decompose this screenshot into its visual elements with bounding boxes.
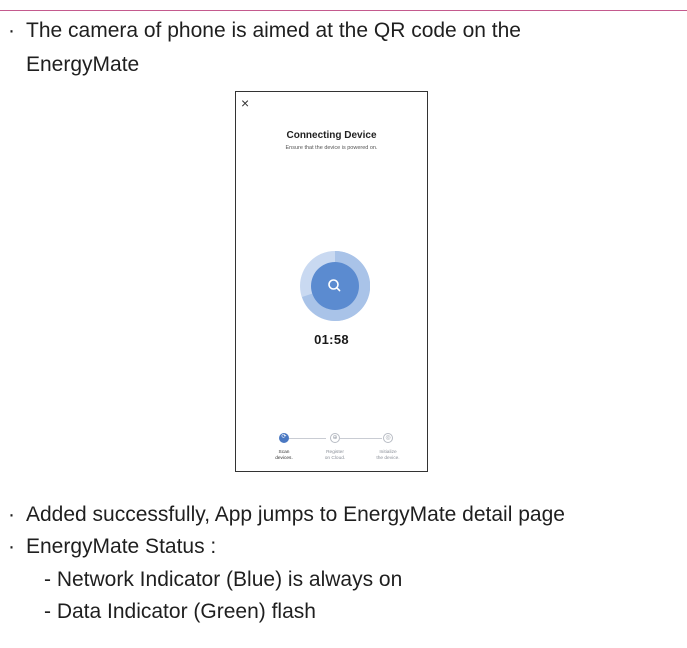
top-divider [0, 10, 687, 11]
progress-core [311, 262, 359, 310]
connecting-subtitle: Ensure that the device is powered on. [285, 145, 378, 151]
bullet-text: Added successfully, App jumps to EnergyM… [26, 503, 565, 526]
step-scan-label: Scan devices. [275, 450, 293, 461]
scan-progress-ring [300, 251, 370, 321]
bullet-text: The camera of phone is aimed at the QR c… [26, 19, 521, 42]
step-initialize-icon: ◎ [383, 433, 393, 443]
phone-screenshot: × Connecting Device Ensure that the devi… [235, 91, 428, 472]
step-initialize-label: Initialize the device. [376, 450, 400, 461]
status-data-indicator: - Data Indicator (Green) flash [44, 600, 316, 623]
bullet-marker: · [8, 19, 15, 42]
bullet-marker: · [8, 535, 15, 558]
status-network-indicator: - Network Indicator (Blue) is always on [44, 568, 403, 591]
countdown-timer: 01:58 [314, 332, 349, 347]
connecting-title: Connecting Device [286, 130, 377, 141]
progress-steps: ⟳ ⊕ ◎ Scan devices. Register on Cloud. Ini… [236, 432, 427, 468]
bullet-marker: · [8, 503, 15, 526]
bullet-added: · Added successfully, App jumps to Energy… [8, 502, 565, 528]
step-register-label: Register on Cloud. [324, 450, 346, 461]
step-connector [288, 438, 326, 439]
close-icon[interactable]: × [241, 96, 249, 110]
bullet-camera: · The camera of phone is aimed at the QR … [8, 18, 521, 44]
step-connector [340, 438, 382, 439]
bullet-text: EnergyMate Status : [26, 535, 217, 558]
step-scan-icon: ⟳ [279, 433, 289, 443]
bullet-status: · EnergyMate Status : [8, 534, 216, 560]
bullet-text-continuation: EnergyMate [26, 53, 140, 76]
step-register-icon: ⊕ [330, 433, 340, 443]
